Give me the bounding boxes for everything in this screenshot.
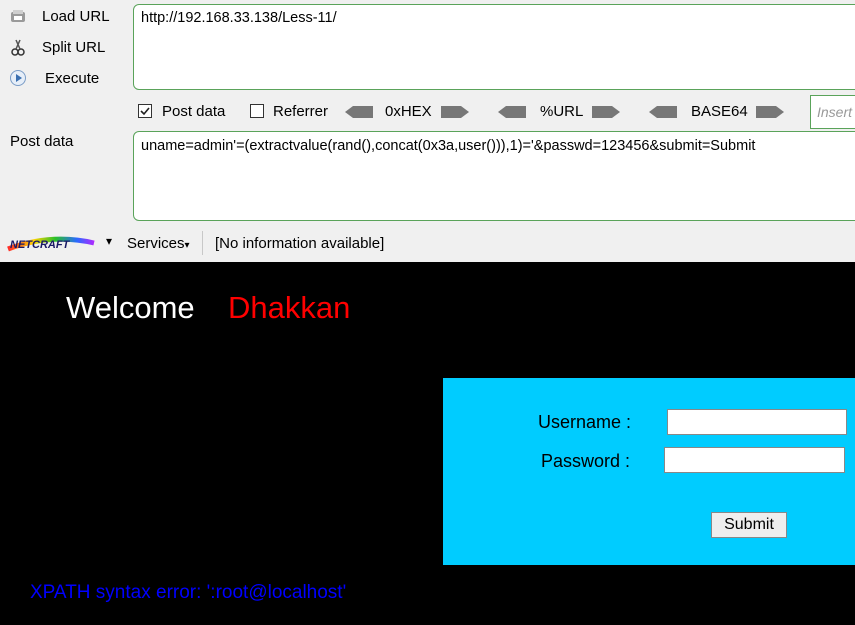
play-icon	[8, 68, 28, 88]
execute-label: Execute	[45, 69, 100, 87]
status-bar: NETCRAFT ▾ Services▾ [No information ava…	[0, 229, 855, 260]
username-input[interactable]	[667, 409, 847, 435]
load-url-label: Load URL	[42, 7, 110, 25]
hex-encode-arrow-icon[interactable]	[441, 106, 469, 118]
login-form: Username : Password : Submit	[443, 378, 855, 565]
netcraft-menu-arrow-icon[interactable]: ▾	[106, 234, 112, 248]
error-message: XPATH syntax error: ':root@localhost'	[30, 582, 347, 603]
post-data-checkbox[interactable]	[138, 104, 152, 118]
split-url-label: Split URL	[42, 38, 106, 56]
url-decode-arrow-icon[interactable]	[498, 106, 526, 118]
netcraft-logo-icon: NETCRAFT	[7, 236, 95, 252]
execute-button[interactable]: Execute	[8, 66, 99, 90]
split-url-button[interactable]: Split URL	[8, 35, 105, 59]
url-input[interactable]: http://192.168.33.138/Less-11/	[133, 4, 855, 90]
netcraft-logo-text: NETCRAFT	[10, 239, 71, 251]
insert-placeholder: Insert	[817, 104, 853, 120]
password-label: Password :	[541, 451, 631, 471]
url-label: %URL	[540, 103, 584, 120]
hex-label: 0xHEX	[385, 103, 432, 120]
post-data-value: uname=admin'=(extractvalue(rand(),concat…	[141, 138, 756, 154]
url-value: http://192.168.33.138/Less-11/	[141, 10, 337, 26]
services-menu[interactable]: Services▾	[127, 235, 190, 252]
post-data-checkbox-label: Post data	[162, 103, 226, 120]
user-name-text: Dhakkan	[228, 290, 351, 325]
netcraft-logo[interactable]: NETCRAFT	[6, 233, 96, 255]
load-url-button[interactable]: Load URL	[8, 4, 110, 28]
url-encode-arrow-icon[interactable]	[592, 106, 620, 118]
post-data-label: Post data	[10, 133, 74, 150]
base64-label: BASE64	[691, 103, 748, 120]
submit-button[interactable]: Submit	[711, 512, 787, 538]
hex-decode-arrow-icon[interactable]	[345, 106, 373, 118]
username-label: Username :	[538, 412, 632, 432]
services-dropdown-icon: ▾	[184, 240, 190, 251]
referrer-checkbox[interactable]	[250, 104, 264, 118]
status-separator	[202, 231, 203, 255]
base64-decode-arrow-icon[interactable]	[649, 106, 677, 118]
status-info-text: [No information available]	[215, 235, 385, 252]
checkmark-icon	[140, 107, 150, 116]
post-data-input[interactable]: uname=admin'=(extractvalue(rand(),concat…	[133, 131, 855, 221]
scissors-icon	[8, 37, 28, 57]
services-label: Services	[127, 235, 185, 252]
password-input[interactable]	[664, 447, 845, 473]
insert-dropdown[interactable]: Insert	[810, 95, 855, 129]
hackbar-toolbar: Load URL Split URL Execute http://192.16…	[0, 0, 855, 262]
welcome-text: Welcome	[66, 290, 195, 325]
web-page: Welcome Dhakkan Username : Password : Su…	[0, 262, 855, 625]
load-url-icon	[8, 6, 28, 26]
base64-encode-arrow-icon[interactable]	[756, 106, 784, 118]
referrer-checkbox-label: Referrer	[273, 103, 329, 120]
options-row: Post data Referrer 0xHEX %URL BASE64	[0, 98, 855, 126]
